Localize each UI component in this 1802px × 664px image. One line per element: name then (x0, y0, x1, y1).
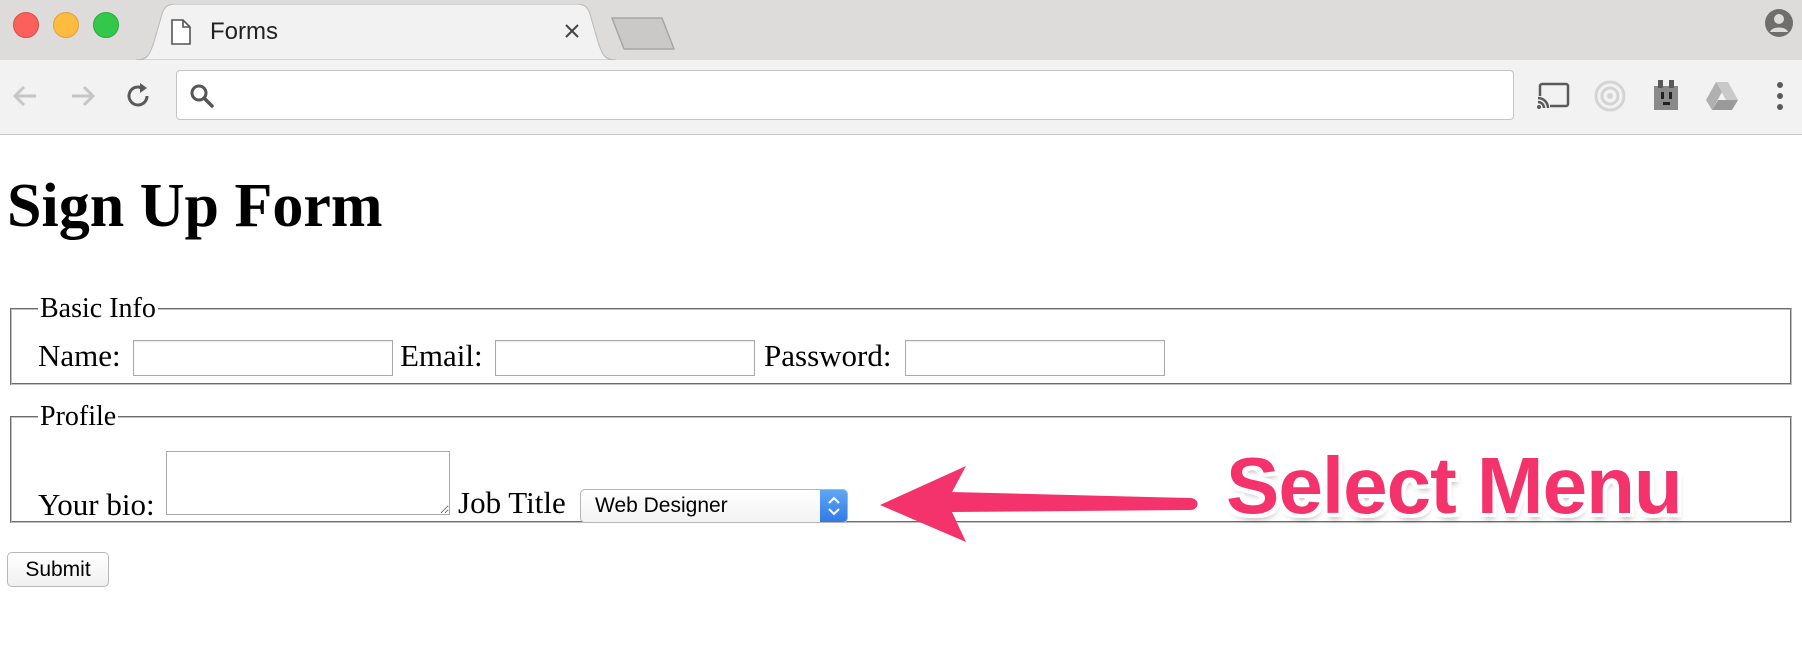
zoom-window-button[interactable] (93, 12, 119, 38)
bio-textarea[interactable] (166, 451, 450, 515)
submit-button[interactable]: Submit (7, 552, 109, 587)
target-extension-icon[interactable] (1590, 76, 1630, 116)
close-window-button[interactable] (13, 12, 39, 38)
drive-icon[interactable] (1702, 76, 1742, 116)
job-title-label: Job Title (458, 485, 566, 520)
plug-extension-icon[interactable] (1646, 76, 1686, 116)
tab-shape (136, 4, 616, 60)
menu-kebab-icon[interactable] (1760, 76, 1800, 116)
page-title: Sign Up Form (7, 172, 383, 240)
browser-tab-active[interactable]: Forms (136, 4, 616, 60)
select-chevrons-icon[interactable] (820, 490, 847, 522)
page-content: Sign Up Form Basic Info Name: Email: Pas… (0, 135, 1802, 664)
name-label: Name: (38, 338, 121, 373)
minimize-window-button[interactable] (53, 12, 79, 38)
password-input[interactable] (905, 340, 1165, 376)
back-arrow-icon[interactable] (8, 78, 44, 114)
email-label: Email: (400, 338, 483, 373)
address-bar[interactable] (176, 70, 1514, 120)
reload-icon[interactable] (120, 78, 156, 114)
browser-toolbar (0, 60, 1802, 135)
password-label: Password: (764, 338, 892, 373)
job-title-select[interactable]: Web Designer (580, 489, 848, 523)
search-icon (190, 84, 214, 108)
profile-icon[interactable] (1764, 8, 1794, 38)
annotation-label: Select Menu (1226, 441, 1683, 530)
profile-legend: Profile (40, 401, 117, 432)
forward-arrow-icon[interactable] (64, 78, 100, 114)
new-tab-button[interactable] (610, 16, 678, 52)
basic-info-legend: Basic Info (40, 293, 156, 324)
cast-icon[interactable] (1534, 76, 1574, 116)
close-tab-icon[interactable] (562, 21, 582, 41)
page-document-icon (170, 19, 192, 50)
address-input[interactable] (227, 79, 1501, 113)
job-title-selected-value: Web Designer (595, 494, 728, 517)
tab-title: Forms (210, 18, 278, 45)
name-input[interactable] (133, 340, 393, 376)
email-input[interactable] (495, 340, 755, 376)
bio-label: Your bio: (38, 487, 155, 522)
browser-titlebar: Forms (0, 0, 1802, 60)
annotation-arrow (880, 466, 1198, 542)
